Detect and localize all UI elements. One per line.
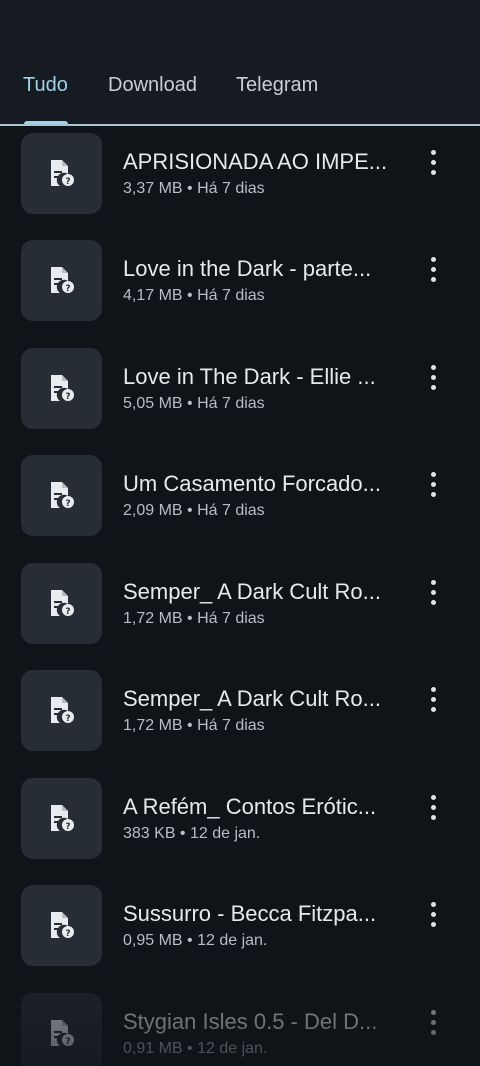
file-row[interactable]: ? Stygian Isles 0.5 - Del D... 0,91 MB •… bbox=[0, 986, 480, 1066]
file-thumbnail: ? bbox=[21, 885, 102, 966]
svg-text:?: ? bbox=[65, 284, 70, 294]
file-row[interactable]: ? Sussurro - Becca Fitzpa... 0,95 MB • 1… bbox=[0, 878, 480, 985]
file-meta: 1,72 MB • Há 7 dias bbox=[123, 610, 265, 627]
file-row[interactable]: ? Love in the Dark - parte... 4,17 MB • … bbox=[0, 233, 480, 340]
file-thumbnail: ? bbox=[21, 455, 102, 536]
file-thumbnail: ? bbox=[21, 993, 102, 1066]
more-options-icon[interactable] bbox=[419, 900, 449, 930]
tab-tudo[interactable]: Tudo bbox=[23, 70, 68, 100]
file-thumbnail: ? bbox=[21, 133, 102, 214]
unknown-file-icon: ? bbox=[51, 697, 74, 724]
more-options-icon[interactable] bbox=[419, 578, 449, 608]
file-name: A Refém_ Contos Erótic... bbox=[123, 794, 377, 819]
tab-bar: Tudo Download Telegram bbox=[0, 0, 480, 126]
file-meta: 0,95 MB • 12 de jan. bbox=[123, 932, 268, 949]
unknown-file-icon: ? bbox=[51, 1020, 74, 1047]
svg-text:?: ? bbox=[65, 392, 70, 402]
file-name: Love in The Dark - Ellie ... bbox=[123, 364, 376, 389]
file-row[interactable]: ? APRISIONADA AO IMPE... 3,37 MB • Há 7 … bbox=[0, 126, 480, 233]
file-meta: 3,37 MB • Há 7 dias bbox=[123, 180, 265, 197]
tab-telegram[interactable]: Telegram bbox=[236, 70, 318, 100]
svg-text:?: ? bbox=[65, 607, 70, 617]
more-options-icon[interactable] bbox=[419, 685, 449, 715]
more-options-icon[interactable] bbox=[419, 1008, 449, 1038]
file-thumbnail: ? bbox=[21, 240, 102, 321]
svg-text:?: ? bbox=[65, 499, 70, 509]
svg-text:?: ? bbox=[65, 714, 70, 724]
file-name: Love in the Dark - parte... bbox=[123, 256, 372, 281]
more-options-icon[interactable] bbox=[419, 363, 449, 393]
file-thumbnail: ? bbox=[21, 563, 102, 644]
svg-text:?: ? bbox=[65, 929, 70, 939]
file-meta: 0,91 MB • 12 de jan. bbox=[123, 1040, 268, 1057]
file-manager-screen: Tudo Download Telegram ? APRISIONADA AO … bbox=[0, 0, 480, 1066]
file-name: Stygian Isles 0.5 - Del D... bbox=[123, 1009, 378, 1034]
unknown-file-icon: ? bbox=[51, 590, 74, 617]
file-name: Sussurro - Becca Fitzpa... bbox=[123, 901, 377, 926]
more-options-icon[interactable] bbox=[419, 793, 449, 823]
unknown-file-icon: ? bbox=[51, 805, 74, 832]
file-name: APRISIONADA AO IMPE... bbox=[123, 149, 388, 174]
file-name: Semper_ A Dark Cult Ro... bbox=[123, 686, 381, 711]
file-meta: 4,17 MB • Há 7 dias bbox=[123, 287, 265, 304]
file-meta: 1,72 MB • Há 7 dias bbox=[123, 717, 265, 734]
svg-text:?: ? bbox=[65, 822, 70, 832]
more-options-icon[interactable] bbox=[419, 148, 449, 178]
unknown-file-icon: ? bbox=[51, 375, 74, 402]
file-meta: 383 KB • 12 de jan. bbox=[123, 825, 261, 842]
file-row[interactable]: ? Semper_ A Dark Cult Ro... 1,72 MB • Há… bbox=[0, 556, 480, 663]
unknown-file-icon: ? bbox=[51, 160, 74, 187]
file-meta: 5,05 MB • Há 7 dias bbox=[123, 395, 265, 412]
file-row[interactable]: ? A Refém_ Contos Erótic... 383 KB • 12 … bbox=[0, 771, 480, 878]
file-thumbnail: ? bbox=[21, 348, 102, 429]
file-thumbnail: ? bbox=[21, 670, 102, 751]
file-meta: 2,09 MB • Há 7 dias bbox=[123, 502, 265, 519]
svg-text:?: ? bbox=[65, 1037, 70, 1047]
file-thumbnail: ? bbox=[21, 778, 102, 859]
file-row[interactable]: ? Um Casamento Forcado... 2,09 MB • Há 7… bbox=[0, 448, 480, 555]
more-options-icon[interactable] bbox=[419, 255, 449, 285]
file-row[interactable]: ? Semper_ A Dark Cult Ro... 1,72 MB • Há… bbox=[0, 663, 480, 770]
more-options-icon[interactable] bbox=[419, 470, 449, 500]
tab-download[interactable]: Download bbox=[108, 70, 197, 100]
file-row[interactable]: ? Love in The Dark - Ellie ... 5,05 MB •… bbox=[0, 341, 480, 448]
file-name: Um Casamento Forcado... bbox=[123, 471, 381, 496]
svg-text:?: ? bbox=[65, 177, 70, 187]
unknown-file-icon: ? bbox=[51, 482, 74, 509]
file-name: Semper_ A Dark Cult Ro... bbox=[123, 579, 381, 604]
unknown-file-icon: ? bbox=[51, 912, 74, 939]
unknown-file-icon: ? bbox=[51, 267, 74, 294]
